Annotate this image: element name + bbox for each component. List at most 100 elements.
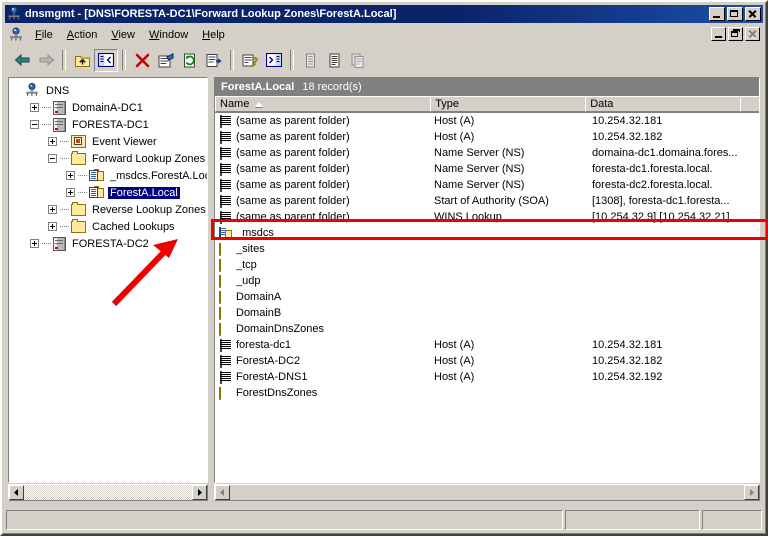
tree-scroll-left-arrow[interactable]: [9, 485, 24, 500]
tree-expander[interactable]: [48, 137, 57, 146]
tree-item-cached-lookups[interactable]: Cached Lookups: [12, 218, 207, 235]
table-row[interactable]: (same as parent folder) Name Server (NS) f…: [215, 161, 759, 177]
refresh-icon[interactable]: [178, 49, 202, 72]
record-data: foresta-dc1.foresta.local.: [592, 163, 713, 175]
tree-item-domaina-dc1[interactable]: DomainA-DC1: [12, 99, 207, 116]
record-name: (same as parent folder): [236, 147, 350, 159]
cell-data: foresta-dc1.foresta.local.: [592, 163, 759, 175]
record-data: foresta-dc2.foresta.local.: [592, 179, 713, 191]
mdi-restore-button[interactable]: [728, 27, 743, 41]
tree-expander[interactable]: [30, 239, 39, 248]
tree-item-dns[interactable]: DNS: [12, 82, 207, 99]
tree-scroll-track[interactable]: [24, 485, 192, 500]
menu-action[interactable]: Action: [60, 27, 105, 43]
show-hide-console-tree-icon[interactable]: [94, 48, 118, 72]
record-name: (same as parent folder): [236, 211, 350, 223]
record-name: (same as parent folder): [236, 115, 350, 127]
table-row[interactable]: _sites: [215, 241, 759, 257]
detail-icon[interactable]: [346, 49, 370, 72]
dns-record-icon: [220, 194, 222, 208]
table-row[interactable]: (same as parent folder) WINS Lookup [10.25…: [215, 209, 759, 225]
table-row[interactable]: (same as parent folder) Host (A) 10.254.32…: [215, 113, 759, 129]
menu-window[interactable]: Window: [142, 27, 195, 43]
column-header-data[interactable]: Data: [585, 96, 742, 112]
delete-icon[interactable]: [130, 49, 154, 72]
close-button[interactable]: [745, 7, 761, 21]
tree-expander[interactable]: [48, 205, 57, 214]
table-row[interactable]: (same as parent folder) Name Server (NS) f…: [215, 177, 759, 193]
status-pane-2: [565, 510, 700, 530]
record-data: 10.254.32.192: [592, 371, 663, 383]
table-row[interactable]: (same as parent folder) Name Server (NS) d…: [215, 145, 759, 161]
tree-expander[interactable]: [66, 171, 75, 180]
tree-item-foresta-dc2[interactable]: FORESTA-DC2: [12, 235, 207, 252]
status-pane-1: [6, 510, 563, 530]
table-row[interactable]: DomainDnsZones: [215, 321, 759, 337]
table-row[interactable]: (same as parent folder) Start of Authorit…: [215, 193, 759, 209]
up-one-level-icon[interactable]: [70, 49, 94, 72]
table-row[interactable]: foresta-dc1 Host (A) 10.254.32.181: [215, 337, 759, 353]
cell-name: (same as parent folder): [215, 162, 434, 176]
window-title: dnsmgmt - [DNS\FORESTA-DC1\Forward Looku…: [25, 8, 397, 20]
mdi-minimize-button[interactable]: [711, 27, 726, 41]
maximize-button[interactable]: [727, 7, 743, 21]
table-row[interactable]: DomainB: [215, 305, 759, 321]
tree-expander[interactable]: [66, 188, 75, 197]
list-scroll-right-arrow[interactable]: [744, 485, 759, 500]
table-row[interactable]: _msdcs: [215, 225, 759, 241]
record-name: DomainB: [236, 307, 282, 319]
menu-view[interactable]: View: [104, 27, 142, 43]
record-type: Host (A): [434, 371, 475, 383]
column-header-name[interactable]: Name: [215, 96, 432, 112]
menu-file[interactable]: File: [28, 27, 60, 43]
table-row[interactable]: ForestA-DC2 Host (A) 10.254.32.182: [215, 353, 759, 369]
minimize-button[interactable]: [709, 7, 725, 21]
tree-item-reverse-lookup-zones[interactable]: Reverse Lookup Zones: [12, 201, 207, 218]
column-header-label: Data: [590, 98, 614, 110]
back-icon[interactable]: [10, 49, 34, 72]
properties-icon[interactable]: [154, 49, 178, 72]
tree-item-msdcs-foresta-local[interactable]: _msdcs.ForestA.Local: [12, 167, 207, 184]
mdi-close-button: [745, 27, 760, 41]
record-name: ForestDnsZones: [236, 387, 318, 399]
list-icon[interactable]: [322, 49, 346, 72]
show-hide-action-pane-icon[interactable]: [262, 49, 286, 72]
tree-item-foresta-local[interactable]: ForestA.Local: [12, 184, 207, 201]
list-scroll-track[interactable]: [230, 485, 744, 500]
table-row[interactable]: (same as parent folder) Host (A) 10.254.32…: [215, 129, 759, 145]
table-row[interactable]: ForestA-DNS1 Host (A) 10.254.32.192: [215, 369, 759, 385]
menu-help[interactable]: Help: [195, 27, 232, 43]
list-scroll-left-arrow[interactable]: [215, 485, 230, 500]
mdi-child-icon[interactable]: [8, 27, 24, 43]
record-name: _udp: [236, 275, 261, 287]
records-list-pane: ForestA.Local 18 record(s) Name Type Data …: [214, 77, 760, 483]
tree-horizontal-scrollbar[interactable]: [8, 484, 208, 501]
cell-name: DomainDnsZones: [215, 322, 434, 336]
export-list-icon[interactable]: [202, 49, 226, 72]
toolbar: ?: [6, 46, 762, 74]
tree-item-event-viewer[interactable]: Event Viewer: [12, 133, 207, 150]
tree-expander[interactable]: [30, 103, 39, 112]
list-horizontal-scrollbar[interactable]: [214, 484, 760, 501]
cell-type: Name Server (NS): [434, 179, 592, 191]
record-data: 10.254.32.181: [592, 115, 663, 127]
table-row[interactable]: _tcp: [215, 257, 759, 273]
table-row[interactable]: ForestDnsZones: [215, 385, 759, 401]
column-header-type[interactable]: Type: [430, 96, 587, 112]
cell-type: Host (A): [434, 339, 592, 351]
table-row[interactable]: DomainA: [215, 289, 759, 305]
tree-item-forward-lookup-zones[interactable]: Forward Lookup Zones: [12, 150, 207, 167]
folder-icon: [219, 306, 221, 320]
tree-item-foresta-dc1[interactable]: FORESTA-DC1: [12, 116, 207, 133]
console-tree-pane: DNS DomainA-DC1 FORESTA-DC1 Event Viewer For…: [8, 77, 208, 483]
column-header-blank[interactable]: [740, 96, 759, 112]
large-icons-icon[interactable]: [298, 49, 322, 72]
record-data: [10.254.32.9] [10.254.32.21]: [592, 211, 730, 223]
tree-expander[interactable]: [48, 154, 57, 163]
tree-scroll-right-arrow[interactable]: [192, 485, 207, 500]
help-icon[interactable]: ?: [238, 49, 262, 72]
table-row[interactable]: _udp: [215, 273, 759, 289]
tree-expander[interactable]: [48, 222, 57, 231]
tree-expander[interactable]: [30, 120, 39, 129]
list-caption-bar: ForestA.Local 18 record(s): [215, 78, 759, 96]
